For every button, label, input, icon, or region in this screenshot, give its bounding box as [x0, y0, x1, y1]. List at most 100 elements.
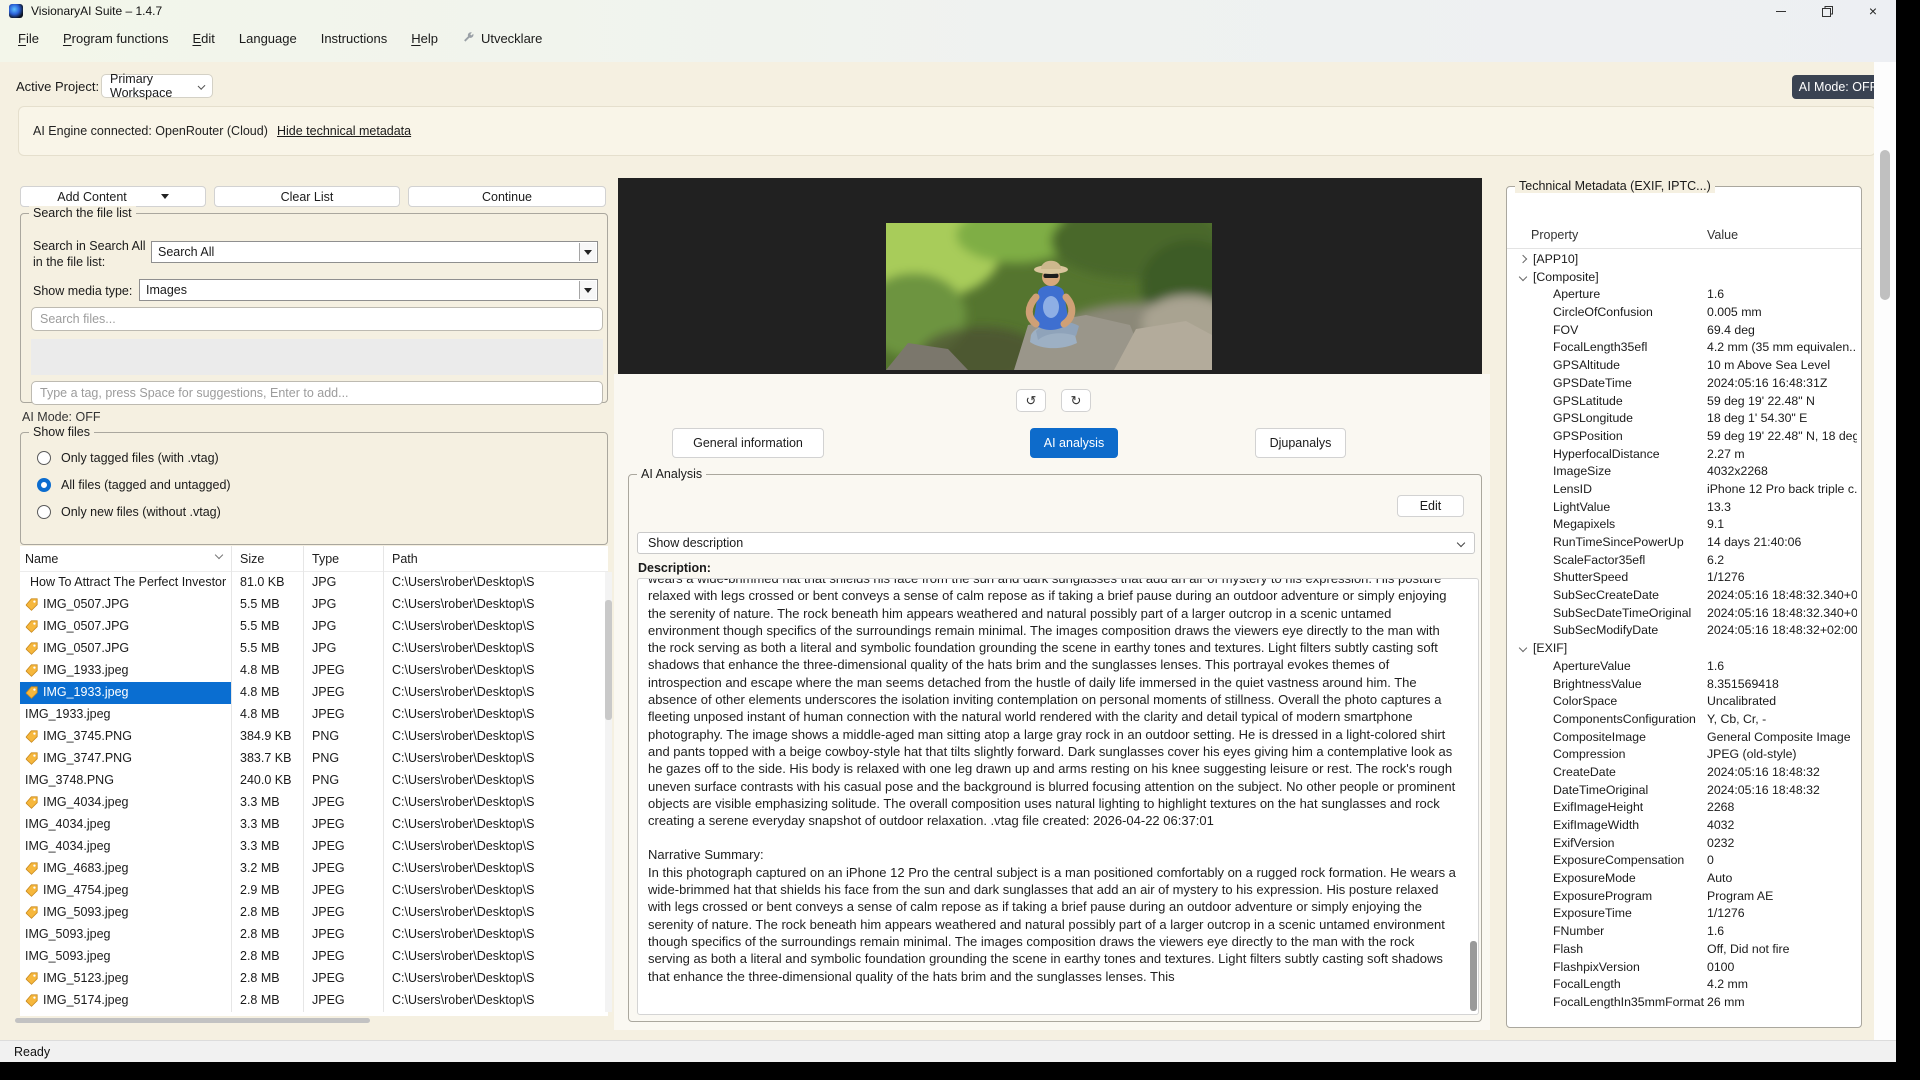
table-row[interactable]: IMG_5174.jpeg2.8 MBJPEGC:\Users\rober\De… — [20, 990, 608, 1012]
minimize-button[interactable] — [1758, 0, 1804, 22]
continue-button[interactable]: Continue — [408, 186, 606, 207]
clear-list-button[interactable]: Clear List — [214, 186, 400, 207]
metadata-row[interactable]: ExposureModeAuto — [1507, 870, 1861, 888]
window-scrollbar-thumb[interactable] — [1880, 150, 1890, 300]
menu-item-file[interactable]: File — [6, 26, 51, 51]
combo-arrow-icon[interactable] — [579, 281, 596, 299]
metadata-row[interactable]: BrightnessValue8.351569418 — [1507, 676, 1861, 694]
metadata-row[interactable]: Megapixels9.1 — [1507, 516, 1861, 534]
metadata-row[interactable]: ComponentsConfigurationY, Cb, Cr, - — [1507, 711, 1861, 729]
metadata-row[interactable]: ExposureProgramProgram AE — [1507, 888, 1861, 906]
table-row[interactable]: IMG_3748.PNG240.0 KBPNGC:\Users\rober\De… — [20, 770, 608, 792]
metadata-row[interactable]: Aperture1.6 — [1507, 286, 1861, 304]
table-row[interactable]: IMG_1933.jpeg4.8 MBJPEGC:\Users\rober\De… — [20, 660, 608, 682]
column-header-size[interactable]: Size — [240, 552, 264, 566]
metadata-row[interactable]: CircleOfConfusion0.005 mm — [1507, 304, 1861, 322]
metadata-column-value[interactable]: Value — [1707, 228, 1738, 242]
metadata-row[interactable]: CompressionJPEG (old-style) — [1507, 746, 1861, 764]
metadata-row[interactable]: FOV69.4 deg — [1507, 322, 1861, 340]
menu-item-program-functions[interactable]: Program functions — [51, 26, 181, 51]
table-row[interactable]: IMG_3747.PNG383.7 KBPNGC:\Users\rober\De… — [20, 748, 608, 770]
metadata-row[interactable]: ExifImageHeight2268 — [1507, 799, 1861, 817]
edit-button[interactable]: Edit — [1397, 495, 1464, 517]
media-type-select[interactable]: Images — [139, 279, 598, 301]
radio-icon[interactable] — [37, 451, 51, 465]
metadata-row[interactable]: SubSecModifyDate2024:05:16 18:48:32+02:0… — [1507, 622, 1861, 640]
menu-item-utvecklare[interactable]: Utvecklare — [450, 26, 554, 51]
column-header-type[interactable]: Type — [312, 552, 339, 566]
tab-general-information[interactable]: General information — [672, 428, 824, 458]
table-row[interactable]: IMG_4683.jpeg3.2 MBJPEGC:\Users\rober\De… — [20, 858, 608, 880]
active-project-select[interactable]: Primary Workspace — [101, 74, 213, 98]
metadata-row[interactable]: GPSPosition59 deg 19' 22.48" N, 18 deg..… — [1507, 428, 1861, 446]
metadata-row[interactable]: ImageSize4032x2268 — [1507, 463, 1861, 481]
metadata-column-property[interactable]: Property — [1531, 228, 1578, 242]
metadata-row[interactable]: [EXIF] — [1507, 640, 1861, 658]
table-row[interactable]: IMG_3745.PNG384.9 KBPNGC:\Users\rober\De… — [20, 726, 608, 748]
metadata-row[interactable]: GPSLatitude59 deg 19' 22.48" N — [1507, 393, 1861, 411]
radio-option-all-files-tagged-and-untagged[interactable]: All files (tagged and untagged) — [37, 478, 231, 492]
chevron-down-icon[interactable] — [1519, 272, 1527, 280]
metadata-row[interactable]: ExifVersion0232 — [1507, 835, 1861, 853]
metadata-row[interactable]: RunTimeSincePowerUp14 days 21:40:06 — [1507, 534, 1861, 552]
table-row[interactable]: IMG_4034.jpeg3.3 MBJPEGC:\Users\rober\De… — [20, 814, 608, 836]
show-description-select[interactable]: Show description — [637, 532, 1475, 554]
column-header-name[interactable]: Name — [25, 552, 58, 566]
metadata-row[interactable]: ColorSpaceUncalibrated — [1507, 693, 1861, 711]
table-row[interactable]: IMG_1933.jpeg4.8 MBJPEGC:\Users\rober\De… — [20, 704, 608, 726]
maximize-button[interactable] — [1804, 0, 1850, 22]
chevron-right-icon[interactable] — [1519, 255, 1527, 263]
table-row[interactable]: IMG_1933.jpeg4.8 MBJPEGC:\Users\rober\De… — [20, 682, 608, 704]
metadata-row[interactable]: ExposureCompensation0 — [1507, 852, 1861, 870]
metadata-row[interactable]: GPSDateTime2024:05:16 16:48:31Z — [1507, 375, 1861, 393]
tag-input[interactable] — [31, 381, 603, 405]
file-list-hscrollbar-thumb[interactable] — [15, 1018, 370, 1023]
table-row[interactable]: IMG_5123.jpeg2.8 MBJPEGC:\Users\rober\De… — [20, 968, 608, 990]
metadata-row[interactable]: FlashpixVersion0100 — [1507, 959, 1861, 977]
metadata-row[interactable]: FocalLengthIn35mmFormat26 mm — [1507, 994, 1861, 1012]
menu-item-edit[interactable]: Edit — [180, 26, 226, 51]
menu-item-help[interactable]: Help — [399, 26, 450, 51]
table-row[interactable]: IMG_4754.jpeg2.9 MBJPEGC:\Users\rober\De… — [20, 880, 608, 902]
close-button[interactable]: × — [1850, 0, 1896, 22]
radio-icon[interactable] — [37, 478, 51, 492]
metadata-row[interactable]: FlashOff, Did not fire — [1507, 941, 1861, 959]
tab-ai-analysis[interactable]: AI analysis — [1030, 428, 1118, 458]
file-list-scrollbar-thumb[interactable] — [605, 600, 612, 720]
metadata-row[interactable]: LensIDiPhone 12 Pro back triple c... — [1507, 481, 1861, 499]
table-row[interactable]: IMG_5093.jpeg2.8 MBJPEGC:\Users\rober\De… — [20, 924, 608, 946]
metadata-row[interactable]: [Composite] — [1507, 269, 1861, 287]
metadata-row[interactable]: FNumber1.6 — [1507, 923, 1861, 941]
metadata-row[interactable]: ExifImageWidth4032 — [1507, 817, 1861, 835]
table-row[interactable]: IMG_0507.JPG5.5 MBJPGC:\Users\rober\Desk… — [20, 594, 608, 616]
search-files-input[interactable] — [31, 307, 603, 331]
table-row[interactable]: IMG_5093.jpeg2.8 MBJPEGC:\Users\rober\De… — [20, 902, 608, 924]
description-box[interactable]: wears a wide-brimmed hat that shields hi… — [637, 578, 1479, 1015]
menu-item-language[interactable]: Language — [227, 26, 309, 51]
search-in-select[interactable]: Search All — [151, 241, 598, 263]
metadata-row[interactable]: LightValue13.3 — [1507, 499, 1861, 517]
metadata-row[interactable]: ApertureValue1.6 — [1507, 658, 1861, 676]
radio-option-only-new-files-without-vtag[interactable]: Only new files (without .vtag) — [37, 505, 221, 519]
metadata-row[interactable]: GPSLongitude18 deg 1' 54.30" E — [1507, 410, 1861, 428]
radio-icon[interactable] — [37, 505, 51, 519]
add-content-button[interactable]: Add Content — [20, 186, 206, 207]
chevron-down-icon[interactable] — [1519, 644, 1527, 652]
metadata-row[interactable]: GPSAltitude10 m Above Sea Level — [1507, 357, 1861, 375]
metadata-row[interactable]: ShutterSpeed1/1276 — [1507, 569, 1861, 587]
table-row[interactable]: IMG_0507.JPG5.5 MBJPGC:\Users\rober\Desk… — [20, 638, 608, 660]
metadata-row[interactable]: SubSecDateTimeOriginal2024:05:16 18:48:3… — [1507, 605, 1861, 623]
radio-option-only-tagged-files-with-vtag[interactable]: Only tagged files (with .vtag) — [37, 451, 219, 465]
metadata-row[interactable]: DateTimeOriginal2024:05:16 18:48:32 — [1507, 782, 1861, 800]
metadata-row[interactable]: HyperfocalDistance2.27 m — [1507, 446, 1861, 464]
description-scrollbar-thumb[interactable] — [1470, 941, 1477, 1011]
metadata-row[interactable]: CreateDate2024:05:16 18:48:32 — [1507, 764, 1861, 782]
rotate-left-button[interactable]: ↺ — [1016, 389, 1046, 412]
table-row[interactable]: IMG_5093.jpeg2.8 MBJPEGC:\Users\rober\De… — [20, 946, 608, 968]
metadata-row[interactable]: ExposureTime1/1276 — [1507, 905, 1861, 923]
rotate-right-button[interactable]: ↻ — [1061, 389, 1091, 412]
combo-arrow-icon[interactable] — [579, 243, 596, 261]
metadata-row[interactable]: FocalLength35efl4.2 mm (35 mm equivalen.… — [1507, 339, 1861, 357]
tab-djupanalys[interactable]: Djupanalys — [1255, 428, 1346, 458]
metadata-row[interactable]: [APP10] — [1507, 251, 1861, 269]
